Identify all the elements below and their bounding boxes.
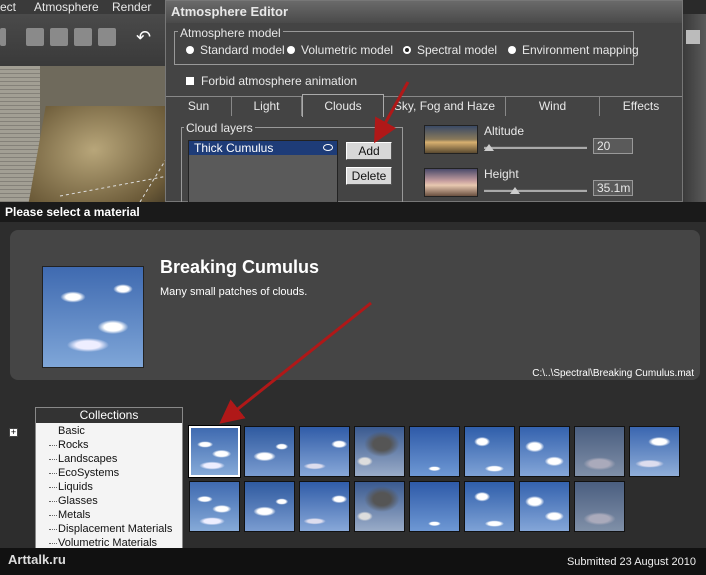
right-toolbar xyxy=(683,14,706,202)
menu-item-effects[interactable]: ect xyxy=(0,0,16,14)
atmosphere-model-label: Atmosphere model xyxy=(178,26,283,40)
material-description: Many small patches of clouds. xyxy=(160,286,308,298)
tab-light[interactable]: Light xyxy=(232,97,302,116)
tab-clouds[interactable]: Clouds xyxy=(302,94,384,117)
menu-item-render[interactable]: Render xyxy=(112,0,151,14)
checkbox-icon xyxy=(186,76,194,85)
toolbar-icon[interactable] xyxy=(0,28,6,46)
collection-item[interactable]: Landscapes xyxy=(49,453,117,465)
radio-selected-icon xyxy=(403,45,411,54)
radio-spectral-model[interactable]: Spectral model xyxy=(403,43,497,57)
site-logo: Arttalk.ru xyxy=(8,552,66,567)
collection-item[interactable]: Rocks xyxy=(49,439,89,451)
radio-environment-mapping[interactable]: Environment mapping xyxy=(508,43,639,57)
tab-bar: Sun Light Clouds Sky, Fog and Haze Wind … xyxy=(166,94,682,117)
material-thumbnail[interactable] xyxy=(464,426,515,477)
collection-item[interactable]: Metals xyxy=(49,509,90,521)
material-thumbnail[interactable] xyxy=(409,426,460,477)
copy-icon[interactable] xyxy=(50,28,68,46)
material-selection-dialog: Please select a material Breaking Cumulu… xyxy=(0,202,706,575)
scissors-icon[interactable] xyxy=(26,28,44,46)
height-slider-track[interactable] xyxy=(484,189,587,192)
add-button[interactable]: Add xyxy=(346,142,392,160)
altitude-slider-handle[interactable] xyxy=(484,144,495,151)
tab-sun[interactable]: Sun xyxy=(166,97,232,116)
forbid-animation-checkbox[interactable]: Forbid atmosphere animation xyxy=(186,74,357,88)
altitude-label: Altitude xyxy=(484,124,525,138)
material-preview-image xyxy=(42,266,144,368)
submitted-date: Submitted 23 August 2010 xyxy=(566,556,696,568)
material-thumbnail[interactable] xyxy=(409,481,460,532)
duplicate-icon[interactable] xyxy=(98,28,116,46)
material-thumbnail[interactable] xyxy=(354,481,405,532)
collection-item[interactable]: Displacement Materials xyxy=(49,523,172,535)
radio-volumetric-model[interactable]: Volumetric model xyxy=(287,43,393,57)
radio-icon xyxy=(186,45,194,54)
view-icon[interactable] xyxy=(686,30,700,44)
collections-header: Collections xyxy=(36,408,182,423)
undo-icon[interactable]: ↶ xyxy=(136,28,154,46)
height-slider-handle[interactable] xyxy=(509,187,520,194)
radio-icon xyxy=(508,45,516,54)
expand-plus-icon[interactable]: + xyxy=(9,428,18,437)
collection-item[interactable]: Basic xyxy=(49,425,85,437)
material-path: C:\..\Spectral\Breaking Cumulus.mat xyxy=(532,368,694,379)
altitude-preview xyxy=(424,125,478,154)
cloud-layers-list[interactable]: Thick Cumulus xyxy=(188,140,338,210)
3d-viewport[interactable] xyxy=(0,66,168,202)
eye-icon[interactable] xyxy=(323,144,333,151)
material-thumbnail[interactable] xyxy=(299,481,350,532)
altitude-value-field[interactable]: 20 xyxy=(593,138,633,154)
menubar: ect Atmosphere Render xyxy=(0,0,168,14)
collection-item[interactable]: Liquids xyxy=(49,481,93,493)
cloud-layers-label: Cloud layers xyxy=(184,121,255,135)
menu-item-atmosphere[interactable]: Atmosphere xyxy=(34,0,99,14)
window-title: Atmosphere Editor xyxy=(166,1,682,23)
tab-sky-fog-haze[interactable]: Sky, Fog and Haze xyxy=(384,97,506,116)
height-value-field[interactable]: 35.1m xyxy=(593,180,633,196)
material-thumbnail[interactable] xyxy=(244,426,295,477)
delete-button[interactable]: Delete xyxy=(346,167,392,185)
height-preview xyxy=(424,168,478,197)
material-thumbnail[interactable] xyxy=(574,481,625,532)
dialog-title: Please select a material xyxy=(0,202,706,222)
list-item[interactable]: Thick Cumulus xyxy=(189,141,337,155)
material-thumbnail[interactable] xyxy=(244,481,295,532)
collection-item[interactable]: EcoSystems xyxy=(49,467,119,479)
material-thumbnail[interactable] xyxy=(354,426,405,477)
tab-wind[interactable]: Wind xyxy=(506,97,600,116)
collection-item[interactable]: Glasses xyxy=(49,495,98,507)
material-thumbnail[interactable] xyxy=(464,481,515,532)
material-thumbnail[interactable] xyxy=(299,426,350,477)
material-thumbnail[interactable] xyxy=(519,426,570,477)
altitude-slider-track[interactable] xyxy=(484,146,587,149)
material-thumbnail[interactable] xyxy=(629,426,680,477)
material-thumbnail[interactable] xyxy=(188,425,241,478)
collections-tree[interactable]: Collections Basic Rocks Landscapes EcoSyste… xyxy=(35,407,183,557)
material-thumbnail[interactable] xyxy=(574,426,625,477)
atmosphere-editor-window: Atmosphere Editor Atmosphere model Stand… xyxy=(165,0,683,210)
radio-icon xyxy=(287,45,295,54)
material-thumbnail[interactable] xyxy=(189,481,240,532)
toolbar: ↶ xyxy=(0,14,168,66)
radio-standard-model[interactable]: Standard model xyxy=(186,43,285,57)
tab-effects[interactable]: Effects xyxy=(600,97,682,116)
height-label: Height xyxy=(484,167,519,181)
paste-icon[interactable] xyxy=(74,28,92,46)
material-thumbnail[interactable] xyxy=(519,481,570,532)
material-name: Breaking Cumulus xyxy=(160,257,320,277)
